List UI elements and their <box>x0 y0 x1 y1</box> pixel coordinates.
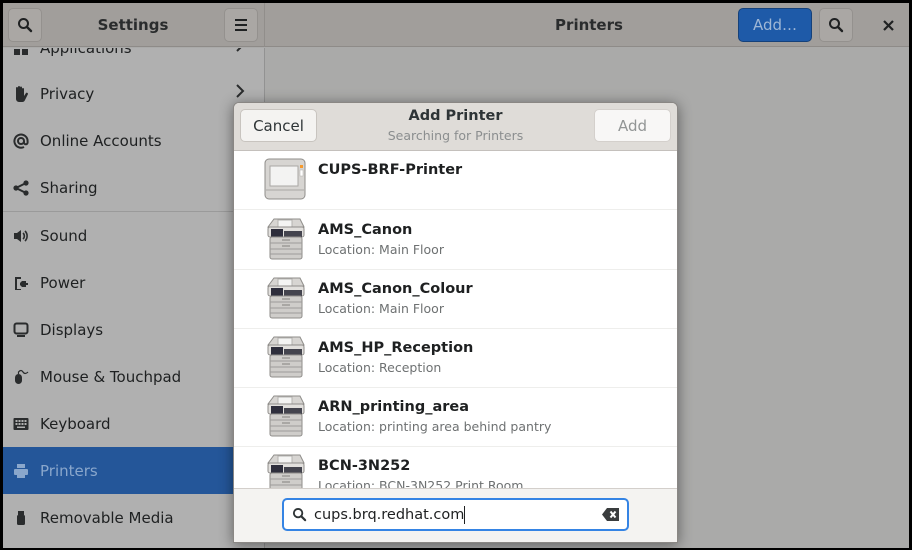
printer-name: AMS_Canon_Colour <box>318 281 473 297</box>
printer-search-field[interactable]: cups.brq.redhat.com <box>282 498 629 531</box>
sidebar-item-label: Displays <box>40 320 104 339</box>
search-icon <box>18 18 33 33</box>
close-icon <box>882 19 894 31</box>
network-printer-icon <box>267 218 305 260</box>
sidebar-item-label: Online Accounts <box>40 131 162 150</box>
printer-location: Location: Main Floor <box>318 301 444 316</box>
sidebar-item-label: Sharing <box>40 178 98 197</box>
menu-button[interactable] <box>224 8 258 42</box>
local-printer-icon <box>264 158 306 200</box>
add-button[interactable]: Add <box>594 109 671 142</box>
sidebar-item-printers[interactable]: Printers <box>3 447 264 494</box>
sidebar-item-label: Power <box>40 273 86 292</box>
sidebar-item-label: Mouse & Touchpad <box>40 367 182 386</box>
sidebar-item-label: Removable Media <box>40 508 174 527</box>
panel-title: Printers <box>555 16 623 34</box>
printer-row[interactable]: AMS_Canon Location: Main Floor <box>234 211 677 270</box>
at-icon <box>11 131 31 151</box>
hamburger-icon <box>235 19 247 31</box>
printer-list[interactable]: CUPS-BRF-Printer AMS_Canon Location: Mai… <box>234 151 677 490</box>
printer-name: CUPS-BRF-Printer <box>318 162 463 178</box>
speaker-icon <box>11 226 31 246</box>
sidebar-item-label: Keyboard <box>40 414 111 433</box>
sidebar-item-applications[interactable]: Applications <box>3 48 264 71</box>
dialog-footer: cups.brq.redhat.com <box>234 488 677 542</box>
usb-icon <box>11 508 31 528</box>
sidebar-item-label: Applications <box>40 48 132 57</box>
printer-row[interactable]: AMS_HP_Reception Location: Reception <box>234 329 677 388</box>
printer-row[interactable]: BCN-3N252 Location: BCN-3N252 Print Room <box>234 447 677 490</box>
add-printer-button[interactable]: Add… <box>738 8 812 42</box>
sidebar-item-sharing[interactable]: Sharing <box>3 164 264 211</box>
network-printer-icon <box>267 277 305 319</box>
printer-location: Location: Reception <box>318 360 442 375</box>
sidebar-item-mouse-touchpad[interactable]: Mouse & Touchpad <box>3 353 264 400</box>
share-icon <box>11 178 31 198</box>
close-button[interactable] <box>873 8 903 42</box>
sidebar-item-displays[interactable]: Displays <box>3 306 264 353</box>
display-icon <box>11 320 31 340</box>
chevron-right-icon <box>235 48 245 56</box>
search-input[interactable]: cups.brq.redhat.com <box>314 505 466 524</box>
add-printer-dialog: Cancel Add Printer Searching for Printer… <box>233 102 678 543</box>
printer-row[interactable]: ARN_printing_area Location: printing are… <box>234 388 677 447</box>
printer-name: AMS_HP_Reception <box>318 340 474 356</box>
printer-row[interactable]: CUPS-BRF-Printer <box>234 151 677 210</box>
sidebar-item-sound[interactable]: Sound <box>3 212 264 259</box>
search-button[interactable] <box>8 8 42 42</box>
chevron-right-icon <box>235 84 245 102</box>
sidebar-item-label: Printers <box>40 461 98 480</box>
sidebar-item-online-accounts[interactable]: Online Accounts <box>3 117 264 164</box>
printer-row[interactable]: AMS_Canon_Colour Location: Main Floor <box>234 270 677 329</box>
network-printer-icon <box>267 454 305 490</box>
sidebar-item-privacy[interactable]: Privacy <box>3 70 264 117</box>
printer-icon <box>11 461 31 481</box>
sidebar-header: Settings <box>3 3 265 47</box>
printer-name: ARN_printing_area <box>318 399 470 415</box>
network-printer-icon <box>267 336 305 378</box>
sidebar-item-keyboard[interactable]: Keyboard <box>3 400 264 447</box>
keyboard-icon <box>11 414 31 434</box>
dialog-header: Cancel Add Printer Searching for Printer… <box>234 103 677 151</box>
network-printer-icon <box>267 395 305 437</box>
clear-text-icon[interactable] <box>602 507 620 522</box>
search-icon <box>829 18 844 33</box>
printer-location: Location: printing area behind pantry <box>318 419 552 434</box>
sidebar-item-removable-media[interactable]: Removable Media <box>3 494 264 541</box>
power-plug-icon <box>11 273 31 293</box>
printer-name: BCN-3N252 <box>318 458 411 474</box>
mouse-icon <box>11 367 31 387</box>
sidebar-item-label: Sound <box>40 226 88 245</box>
printer-search-button[interactable] <box>819 8 853 42</box>
settings-window: Settings Printers Add… Applications Priv… <box>3 3 909 548</box>
sidebar-title: Settings <box>97 16 169 34</box>
sidebar-item-label: Privacy <box>40 84 95 103</box>
sidebar: Applications Privacy Online Accounts Sha… <box>3 48 265 548</box>
panel-header: Printers <box>265 3 909 47</box>
printer-name: AMS_Canon <box>318 222 413 238</box>
printer-location: Location: Main Floor <box>318 242 444 257</box>
hand-icon <box>11 84 31 104</box>
applications-icon <box>11 48 31 58</box>
search-icon <box>292 507 308 523</box>
sidebar-item-power[interactable]: Power <box>3 259 264 306</box>
